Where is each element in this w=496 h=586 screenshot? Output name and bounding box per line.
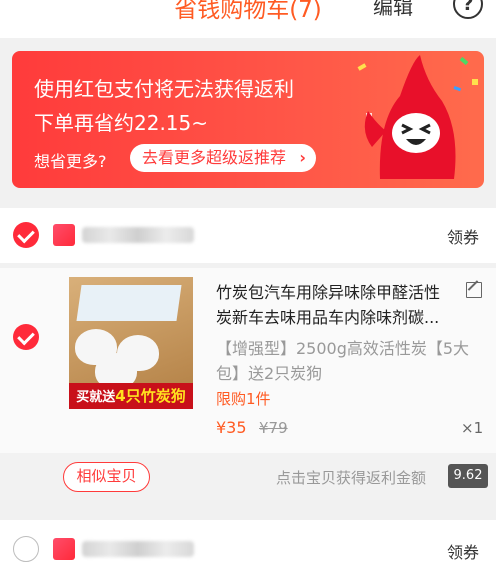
edit-icon[interactable] xyxy=(466,282,482,298)
rebate-badge[interactable]: 9.62 xyxy=(448,464,488,488)
promo-ribbon-highlight: 4只竹炭狗 xyxy=(115,387,186,405)
shop-row[interactable]: 领券 xyxy=(0,520,496,586)
cart-item[interactable]: 买就送4只竹炭狗 竹炭包汽车用除异味除甲醛活性炭新车去味用品车内除味剂碳... … xyxy=(0,268,496,453)
shop-checkbox[interactable] xyxy=(13,536,39,562)
similar-items-button[interactable]: 相似宝贝 xyxy=(63,462,150,492)
shop-row[interactable]: 领券 xyxy=(0,208,496,263)
nav-header: 省钱购物车(7) 编辑 ? xyxy=(0,0,496,38)
mascot-icon xyxy=(357,55,478,179)
coupon-button[interactable]: 领券 xyxy=(447,224,479,248)
item-checkbox[interactable] xyxy=(13,324,39,350)
product-price: ¥35 xyxy=(216,418,247,437)
banner-line-1: 使用红包支付将无法获得返利 xyxy=(34,77,294,101)
item-action-bar: 相似宝贝 点击宝贝获得返利金额 9.62 xyxy=(0,453,496,500)
product-thumbnail[interactable]: 买就送4只竹炭狗 xyxy=(69,277,193,409)
banner-line-3: 想省更多? xyxy=(34,152,107,171)
shop-name-blurred xyxy=(82,541,194,557)
purchase-limit: 限购1件 xyxy=(216,390,271,408)
promo-ribbon: 买就送4只竹炭狗 xyxy=(69,383,193,409)
edit-button[interactable]: 编辑 xyxy=(373,0,413,20)
shop-name-blurred xyxy=(82,227,194,243)
product-spec[interactable]: 【增强型】2500g高效活性炭【5大包】送2只炭狗 xyxy=(216,336,478,386)
more-rebate-button[interactable]: 去看更多超级返推荐 › xyxy=(130,144,317,172)
shop-icon xyxy=(53,538,75,560)
product-packages-image xyxy=(76,285,182,321)
rebate-hint: 点击宝贝获得返利金额 xyxy=(276,469,427,487)
shop-checkbox[interactable] xyxy=(13,222,39,248)
more-rebate-label: 去看更多超级返推荐 xyxy=(142,148,287,167)
original-price: ¥79 xyxy=(259,419,288,437)
item-quantity: ×1 xyxy=(461,419,484,437)
product-title[interactable]: 竹炭包汽车用除异味除甲醛活性炭新车去味用品车内除味剂碳... xyxy=(216,280,452,330)
page-title: 省钱购物车(7) xyxy=(174,0,322,23)
promo-ribbon-prefix: 买就送 xyxy=(76,390,116,405)
chevron-right-icon: › xyxy=(299,148,307,167)
rebate-banner[interactable]: 使用红包支付将无法获得返利 下单再省约22.15~ 想省更多? 去看更多超级返推… xyxy=(12,51,484,188)
coupon-button[interactable]: 领券 xyxy=(447,539,479,563)
shop-icon xyxy=(53,224,75,246)
banner-line-2: 下单再省约22.15~ xyxy=(34,111,209,135)
